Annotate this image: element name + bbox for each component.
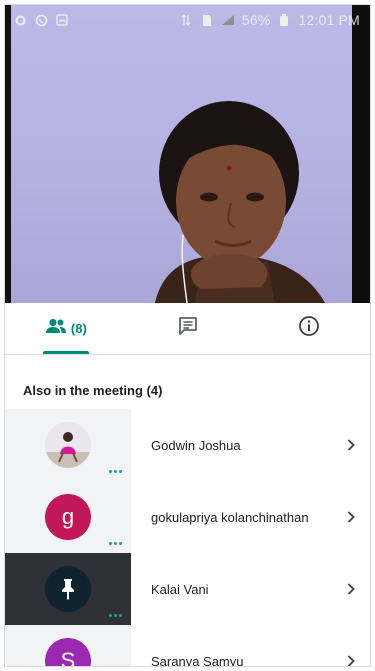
battery-percentage: 56% xyxy=(241,12,271,28)
status-bar-left xyxy=(13,13,69,27)
participant-name: Kalai Vani xyxy=(151,581,209,597)
pin-icon xyxy=(62,579,74,600)
gallery-icon xyxy=(55,13,69,27)
participant-tile xyxy=(5,409,131,481)
photo-avatar xyxy=(45,422,91,468)
avatar: g xyxy=(45,494,91,540)
chevron-right-icon[interactable] xyxy=(346,582,356,596)
signal-icon xyxy=(221,13,235,27)
avatar-letter: g xyxy=(61,504,75,529)
participant-tile: S xyxy=(5,625,131,667)
status-bar: 56% 12:01 PM xyxy=(5,5,370,35)
participant-row[interactable]: Godwin Joshua xyxy=(5,409,370,481)
avatar-letter: S xyxy=(60,648,76,667)
data-transfer-icon xyxy=(179,13,193,27)
tab-info[interactable] xyxy=(248,303,370,354)
participant-name: gokulapriya kolanchinathan xyxy=(151,509,309,525)
tab-chat[interactable] xyxy=(127,303,249,354)
more-indicator xyxy=(109,614,122,617)
whatsapp-icon xyxy=(34,13,48,27)
status-bar-right: 56% 12:01 PM xyxy=(179,12,360,28)
clock: 12:01 PM xyxy=(298,12,360,28)
meeting-tabs: (8) xyxy=(5,303,370,355)
participant-row[interactable]: Kalai Vani xyxy=(5,553,370,625)
section-title: Also in the meeting (4) xyxy=(23,383,163,398)
chat-icon xyxy=(178,316,198,341)
more-indicator xyxy=(109,542,122,545)
participant-row[interactable]: g gokulapriya kolanchinathan xyxy=(5,481,370,553)
participant-tile xyxy=(5,553,131,625)
battery-icon xyxy=(277,13,291,27)
avatar xyxy=(45,566,91,612)
avatar: S xyxy=(45,638,91,667)
avatar xyxy=(45,422,91,468)
people-count: (8) xyxy=(70,321,87,336)
circle-icon xyxy=(13,13,27,27)
chevron-right-icon[interactable] xyxy=(346,654,356,666)
chevron-right-icon[interactable] xyxy=(346,438,356,452)
tab-people[interactable]: (8) xyxy=(5,303,127,354)
app-frame: 56% 12:01 PM (8) Also in the meeting (4)… xyxy=(4,4,371,667)
main-video[interactable] xyxy=(5,5,370,303)
people-icon xyxy=(45,318,67,339)
info-icon xyxy=(298,315,320,342)
participant-video-person xyxy=(155,101,325,303)
participant-list: Godwin Joshua g gokulapriya kolanchinath… xyxy=(5,409,370,667)
sim-icon xyxy=(200,13,214,27)
chevron-right-icon[interactable] xyxy=(346,510,356,524)
participant-tile: g xyxy=(5,481,131,553)
participant-name: Saranya Samyu xyxy=(151,653,244,667)
more-indicator xyxy=(109,470,122,473)
participant-row[interactable]: S Saranya Samyu xyxy=(5,625,370,667)
participant-name: Godwin Joshua xyxy=(151,437,241,453)
